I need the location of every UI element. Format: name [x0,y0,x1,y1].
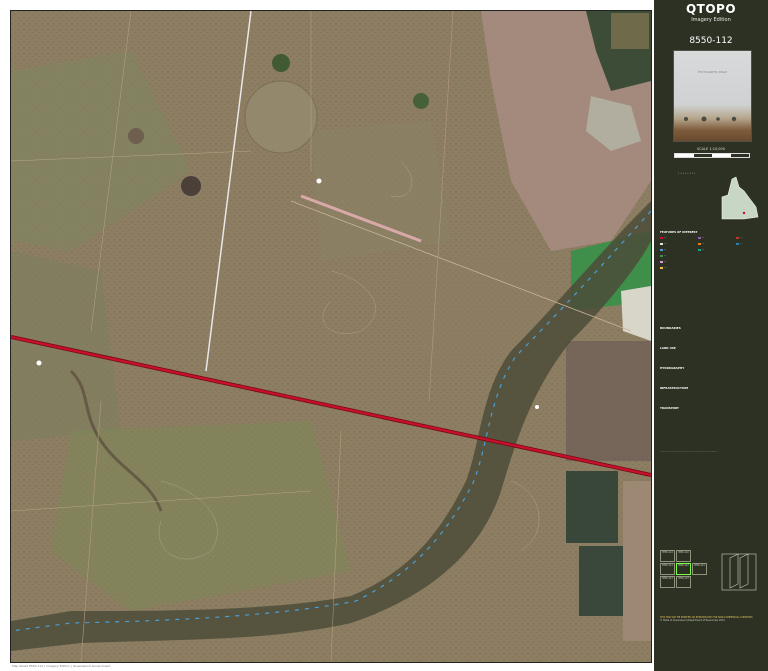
copyright-block: THIS MAP MAY BE PRINTED OR REPRODUCED FO… [660,616,762,622]
scale-label: SCALE 1:10,000 [697,147,725,151]
landscape-photo: PHOTOGRAPHIC IMAGE [673,50,752,142]
legend-row: — [736,242,768,245]
photo-caption: PHOTOGRAPHIC IMAGE [698,71,727,74]
transport-title: TRANSPORT [660,406,679,410]
index-cell-current: 8550-112 [676,563,691,575]
legend-title: FEATURES OF INTEREST [660,230,698,234]
copyright-text: © State of Queensland (Department of Res… [660,619,725,622]
map-title: QTOPO [685,2,737,16]
legend-row: — [698,248,748,251]
index-cell: 8550-123 [676,576,691,588]
map-footer-note: Map Sheet 8550-112 | Imagery Edition | Q… [12,664,111,668]
adjoining-sheets-index: 8550-114 8550-122 8550-111 8550-112 8550… [660,550,708,590]
index-cell: 8550-114 [660,550,675,562]
queensland-locator-map [714,175,764,225]
disclaimer-text: …………………………………………………………… [660,450,718,453]
queensland-outline-icon [721,176,759,220]
map-edition: Imagery Edition [691,17,731,23]
hydrography-title: HYDROGRAPHY [660,366,685,370]
index-cell: 8550-113 [660,576,675,588]
map-imagery-svg[interactable] [11,11,651,662]
legend-row: — [660,254,710,257]
legend-row: — [660,260,710,263]
locator-note: • • • • • • • • [678,172,696,175]
scale-bar [674,153,750,158]
info-panel: QTOPO Imagery Edition 8550-112 PHOTOGRAP… [654,0,768,671]
infrastructure-title: INFRASTRUCTURE [660,386,689,390]
photo-trees-icon [684,116,737,122]
fold-diagram-icon [721,553,757,591]
boundaries-title: BOUNDARIES [660,326,681,330]
sheet-number: 8550-112 [689,36,733,46]
legend-row: — [660,266,710,269]
legend-row: — [736,236,768,239]
map-sheet: Map Sheet 8550-112 | Imagery Edition | Q… [0,0,768,671]
index-cell: 8550-111 [660,563,675,575]
index-cell: 8550-122 [676,550,691,562]
imagery-map[interactable] [10,10,652,663]
index-cell: 8550-121 [692,563,707,575]
land-use-title: LAND USE [660,346,676,350]
